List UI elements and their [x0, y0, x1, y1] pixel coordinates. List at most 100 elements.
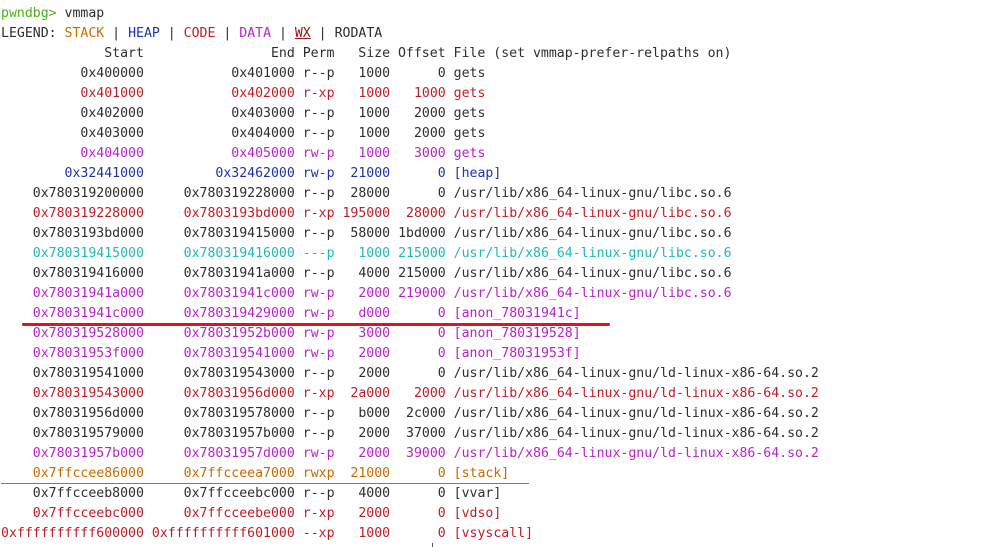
- legend-separator: |: [215, 26, 240, 41]
- permissions: rw-p: [302, 346, 335, 361]
- end-address: 0x780319543000: [151, 366, 295, 381]
- size-value: 2000: [342, 506, 391, 521]
- size-value: b000: [342, 406, 391, 421]
- file-path: [heap]: [453, 166, 502, 181]
- permissions: r--p: [302, 106, 335, 121]
- highlight-underline: [22, 323, 610, 326]
- legend-item: DATA: [239, 26, 272, 41]
- file-path: [anon_78031953f]: [453, 346, 581, 361]
- offset-value: 0: [398, 506, 446, 521]
- legend-separator: |: [271, 26, 295, 41]
- file-path: /usr/lib/x86_64-linux-gnu/ld-linux-x86-6…: [453, 386, 819, 401]
- end-address: 0x7ffcceea7000: [151, 466, 295, 481]
- table-row: 0x78031953f000 0x780319541000 rw-p 2000 …: [1, 344, 991, 364]
- table-row: 0x780319228000 0x7803193bd000 r-xp 19500…: [1, 204, 991, 224]
- prompt-label: pwndbg>: [1, 6, 57, 21]
- size-value: 195000: [342, 206, 391, 221]
- start-address: 0x404000: [1, 146, 144, 161]
- end-address: 0x780319541000: [151, 346, 295, 361]
- end-address: 0x32462000: [151, 166, 295, 181]
- end-address: 0x780319415000: [151, 226, 295, 241]
- file-path: gets: [453, 126, 486, 141]
- end-address: 0x405000: [151, 146, 295, 161]
- command-text: vmmap: [64, 6, 105, 21]
- start-address: 0x78031953f000: [1, 346, 144, 361]
- permissions: r--p: [302, 366, 335, 381]
- file-path: /usr/lib/x86_64-linux-gnu/libc.so.6: [453, 246, 732, 261]
- file-path: /usr/lib/x86_64-linux-gnu/libc.so.6: [453, 226, 732, 241]
- permissions: rw-p: [302, 146, 335, 161]
- file-path: /usr/lib/x86_64-linux-gnu/libc.so.6: [453, 206, 732, 221]
- file-path: [vvar]: [453, 486, 502, 501]
- permissions: --xp: [302, 526, 335, 541]
- size-value: 2000: [342, 446, 391, 461]
- table-row: 0x780319416000 0x78031941a000 r--p 4000 …: [1, 264, 991, 284]
- file-path: gets: [453, 66, 486, 81]
- start-address: 0x780319415000: [1, 246, 144, 261]
- offset-value: 37000: [398, 426, 446, 441]
- file-path: /usr/lib/x86_64-linux-gnu/ld-linux-x86-6…: [453, 426, 819, 441]
- file-path: [vdso]: [453, 506, 502, 521]
- prompt-line: pwndbg> vmmap: [1, 4, 991, 24]
- offset-value: 2000: [398, 106, 446, 121]
- size-value: 1000: [342, 246, 391, 261]
- start-address: 0x7ffcceebc000: [1, 506, 144, 521]
- end-address: 0x780319578000: [151, 406, 295, 421]
- size-value: 2000: [342, 286, 391, 301]
- legend-item: HEAP: [128, 26, 160, 41]
- vmmap-table: 0x400000 0x401000 r--p 1000 0 gets 0x401…: [1, 64, 991, 544]
- offset-value: 0: [398, 346, 446, 361]
- offset-value: 0: [398, 466, 446, 481]
- table-row: 0x780319528000 0x78031952b000 rw-p 3000 …: [1, 324, 991, 344]
- start-address: 0x780319543000: [1, 386, 144, 401]
- size-value: d000: [342, 306, 391, 321]
- start-address: 0x780319579000: [1, 426, 144, 441]
- offset-value: 0: [398, 366, 446, 381]
- offset-value: 2c000: [398, 406, 446, 421]
- size-value: 1000: [342, 66, 391, 81]
- end-address: 0x78031941a000: [151, 266, 295, 281]
- legend-separator: |: [159, 26, 184, 41]
- offset-value: 3000: [398, 146, 446, 161]
- table-row: 0x7ffcceebc000 0x7ffcceebe000 r-xp 2000 …: [1, 504, 991, 524]
- start-address: 0xffffffffff600000: [1, 526, 144, 541]
- end-address: 0x78031952b000: [151, 326, 295, 341]
- start-address: 0x780319228000: [1, 206, 144, 221]
- offset-value: 2000: [398, 126, 446, 141]
- legend-item: STACK: [64, 26, 105, 41]
- table-header: Start End Perm Size Offset File (set vmm…: [1, 44, 991, 64]
- size-value: 21000: [342, 166, 391, 181]
- permissions: r--p: [302, 226, 335, 241]
- size-value: 1000: [342, 526, 391, 541]
- file-path: /usr/lib/x86_64-linux-gnu/ld-linux-x86-6…: [453, 446, 819, 461]
- file-path: /usr/lib/x86_64-linux-gnu/libc.so.6: [453, 186, 732, 201]
- permissions: rw-p: [302, 166, 335, 181]
- start-address: 0x403000: [1, 126, 144, 141]
- table-row: 0x403000 0x404000 r--p 1000 2000 gets: [1, 124, 991, 144]
- table-row: 0x78031956d000 0x780319578000 r--p b000 …: [1, 404, 991, 424]
- start-address: 0x401000: [1, 86, 144, 101]
- offset-value: 0: [398, 186, 446, 201]
- permissions: r--p: [302, 186, 335, 201]
- file-path: [stack]: [453, 466, 510, 481]
- legend-label: LEGEND:: [1, 26, 65, 41]
- table-row: 0x7803193bd000 0x780319415000 r--p 58000…: [1, 224, 991, 244]
- start-address: 0x78031941a000: [1, 286, 144, 301]
- end-address: 0x78031957d000: [151, 446, 295, 461]
- offset-value: 0: [398, 326, 446, 341]
- size-value: 3000: [342, 326, 391, 341]
- end-address: 0x780319416000: [151, 246, 295, 261]
- end-address: 0x78031957b000: [151, 426, 295, 441]
- permissions: ---p: [302, 246, 335, 261]
- permissions: rwxp: [302, 466, 335, 481]
- permissions: r--p: [302, 486, 335, 501]
- permissions: rw-p: [302, 326, 335, 341]
- size-value: 1000: [342, 106, 391, 121]
- offset-value: 28000: [398, 206, 446, 221]
- size-value: 4000: [342, 266, 391, 281]
- start-address: 0x402000: [1, 106, 144, 121]
- table-row: 0xffffffffff600000 0xffffffffff601000 --…: [1, 524, 991, 544]
- permissions: r--p: [302, 406, 335, 421]
- table-row: 0x78031941c000 0x780319429000 rw-p d000 …: [1, 304, 991, 324]
- size-value: 1000: [342, 146, 391, 161]
